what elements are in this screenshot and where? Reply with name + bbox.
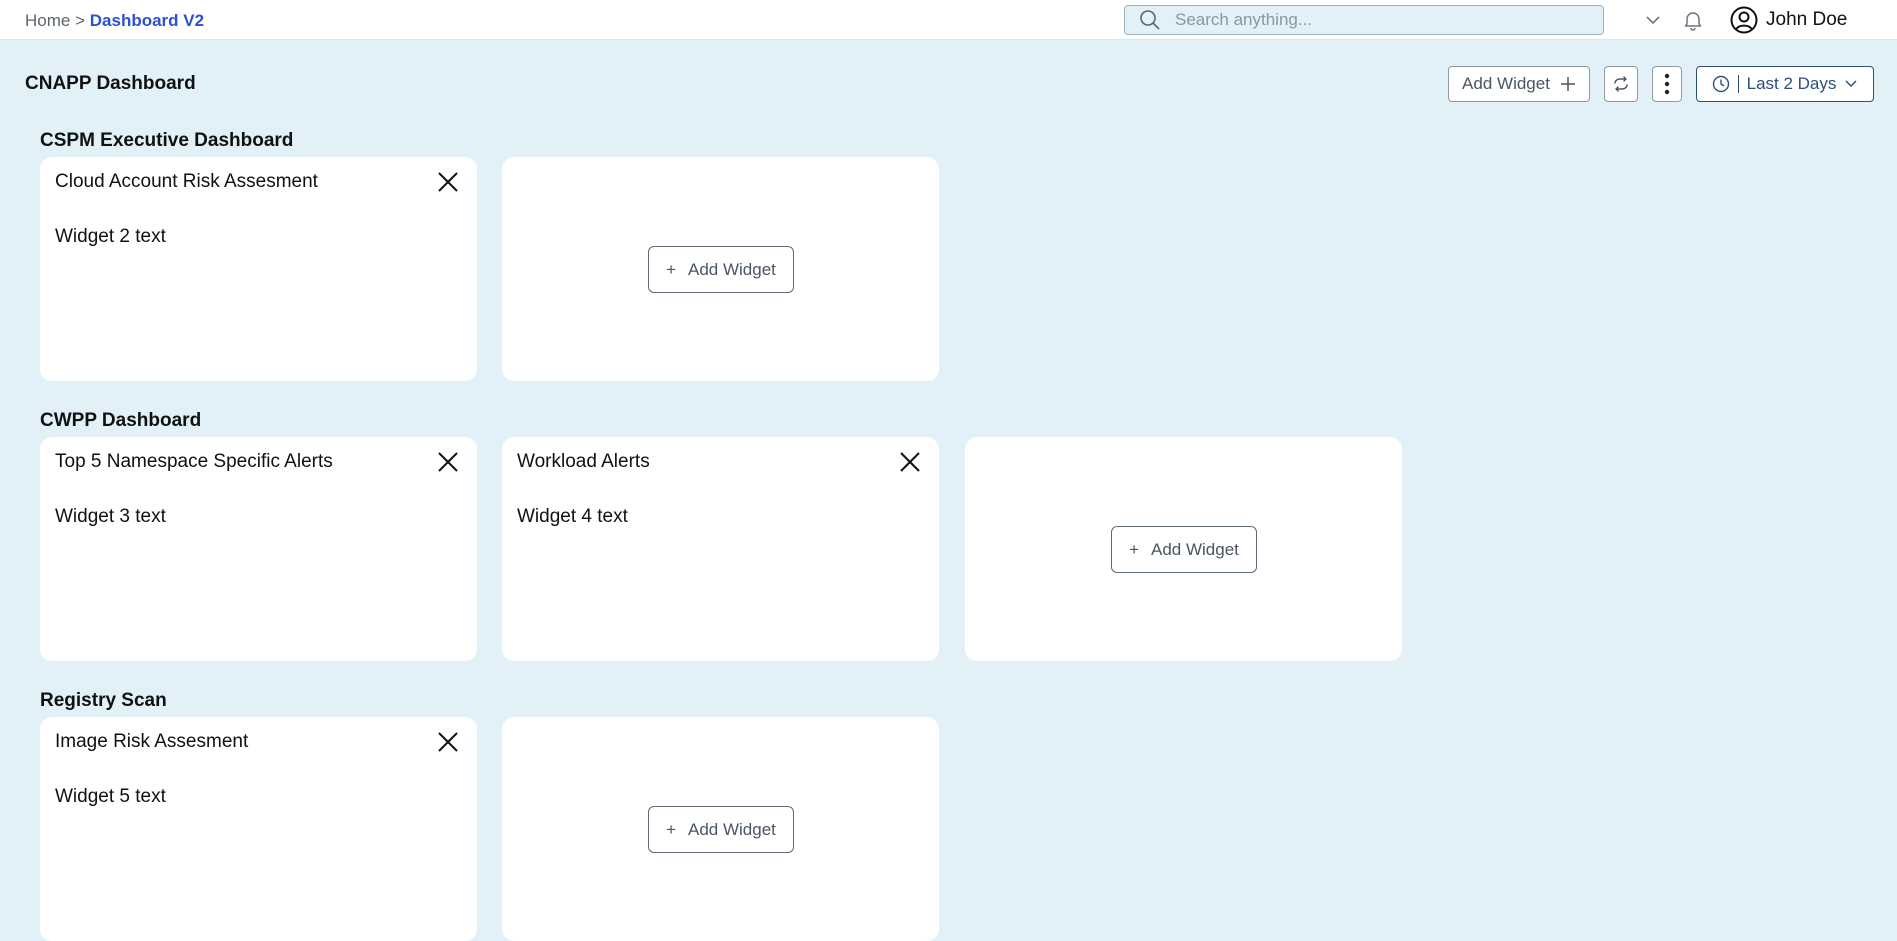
widget-text: Widget 2 text xyxy=(55,226,166,247)
more-options-button[interactable] xyxy=(1652,66,1682,102)
divider xyxy=(1737,75,1739,93)
widget-title: Top 5 Namespace Specific Alerts xyxy=(55,451,333,472)
widget-text: Widget 4 text xyxy=(517,506,628,527)
section-title-cwpp: CWPP Dashboard xyxy=(40,410,202,431)
widget-text: Widget 5 text xyxy=(55,786,166,807)
plus-icon: + xyxy=(1129,539,1140,559)
close-icon[interactable] xyxy=(437,731,459,753)
add-widget-label: Add Widget xyxy=(688,259,776,279)
add-widget-card: + Add Widget xyxy=(965,437,1402,661)
widget-card: Image Risk Assesment Widget 5 text xyxy=(40,717,477,941)
breadcrumb-current: Dashboard V2 xyxy=(89,11,205,30)
add-widget-button[interactable]: Add Widget xyxy=(1448,66,1590,102)
time-range-select[interactable]: Last 2 Days xyxy=(1696,66,1874,102)
add-widget-label: Add Widget xyxy=(1462,74,1550,93)
chevron-down-icon[interactable] xyxy=(1644,13,1662,27)
add-widget-card: + Add Widget xyxy=(502,157,939,381)
page-title: CNAPP Dashboard xyxy=(25,73,196,94)
add-widget-label: Add Widget xyxy=(1151,539,1239,559)
more-vertical-icon xyxy=(1664,73,1670,95)
widget-card: Cloud Account Risk Assesment Widget 2 te… xyxy=(40,157,477,381)
section-title-registry: Registry Scan xyxy=(40,690,167,711)
plus-icon xyxy=(1560,77,1575,91)
add-widget-button[interactable]: + Add Widget xyxy=(1111,526,1257,573)
clock-icon xyxy=(1712,75,1729,93)
close-icon[interactable] xyxy=(899,451,921,473)
widget-title: Workload Alerts xyxy=(517,451,650,472)
user-name: John Doe xyxy=(1766,9,1848,30)
search-icon xyxy=(1140,10,1160,30)
refresh-icon xyxy=(1614,76,1628,92)
plus-icon: + xyxy=(666,259,677,279)
add-widget-label: Add Widget xyxy=(688,819,776,839)
breadcrumb-home[interactable]: Home xyxy=(25,11,70,30)
time-range-label: Last 2 Days xyxy=(1746,74,1837,93)
section-title-cspm: CSPM Executive Dashboard xyxy=(40,130,294,151)
breadcrumb-separator: > xyxy=(75,11,86,30)
user-circle-icon xyxy=(1730,6,1758,34)
widget-title: Image Risk Assesment xyxy=(55,731,249,752)
user-menu[interactable]: John Doe xyxy=(1730,6,1847,34)
search-input[interactable] xyxy=(1175,10,1575,30)
breadcrumb: Home > Dashboard V2 xyxy=(25,11,204,31)
search-bar[interactable] xyxy=(1124,5,1604,35)
close-icon[interactable] xyxy=(437,171,459,193)
plus-icon: + xyxy=(666,819,677,839)
widget-text: Widget 3 text xyxy=(55,506,166,527)
widget-title: Cloud Account Risk Assesment xyxy=(55,171,318,192)
widget-card: Top 5 Namespace Specific Alerts Widget 3… xyxy=(40,437,477,661)
top-bar: Home > Dashboard V2 John Doe xyxy=(0,0,1897,40)
bell-icon[interactable] xyxy=(1682,9,1704,31)
add-widget-card: + Add Widget xyxy=(502,717,939,941)
close-icon[interactable] xyxy=(437,451,459,473)
chevron-down-icon xyxy=(1845,80,1857,88)
widget-card: Workload Alerts Widget 4 text xyxy=(502,437,939,661)
add-widget-button[interactable]: + Add Widget xyxy=(648,246,794,293)
refresh-button[interactable] xyxy=(1604,66,1638,102)
add-widget-button[interactable]: + Add Widget xyxy=(648,806,794,853)
